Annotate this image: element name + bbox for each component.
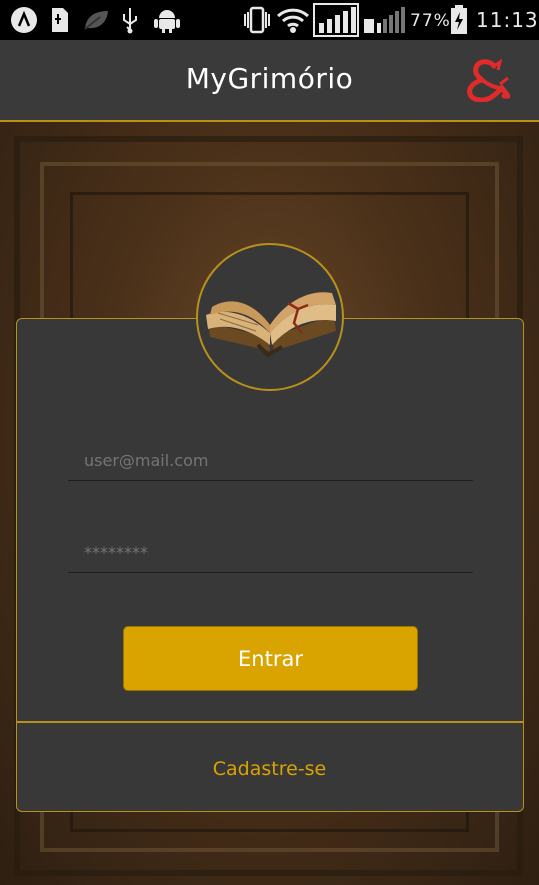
password-field[interactable] xyxy=(68,532,473,572)
signal-2-icon xyxy=(364,7,405,33)
battery-charging-icon xyxy=(451,5,467,34)
app-a-icon xyxy=(11,7,37,33)
sim-icon xyxy=(52,8,68,32)
status-bar: 77% 11:13 xyxy=(0,0,539,40)
app-bar: MyGrimório xyxy=(0,40,539,122)
open-book-icon xyxy=(206,292,336,358)
register-link[interactable]: Cadastre-se xyxy=(0,758,539,780)
vibrate-icon xyxy=(244,6,270,34)
app-title: MyGrimório xyxy=(185,62,354,95)
email-field[interactable] xyxy=(68,440,473,480)
battery-percent: 77% xyxy=(410,11,451,31)
password-field-wrapper xyxy=(68,532,473,573)
clock: 11:13 xyxy=(476,8,539,32)
dnd-ampersand-icon[interactable] xyxy=(464,58,510,102)
signal-icon xyxy=(313,3,359,37)
wifi-icon xyxy=(276,8,310,33)
usb-icon xyxy=(123,8,137,34)
avatar xyxy=(196,243,344,391)
android-icon xyxy=(154,10,180,33)
leaf-icon xyxy=(84,11,108,30)
email-field-wrapper xyxy=(68,440,473,481)
card-divider xyxy=(17,721,523,723)
enter-button[interactable]: Entrar xyxy=(123,626,418,691)
